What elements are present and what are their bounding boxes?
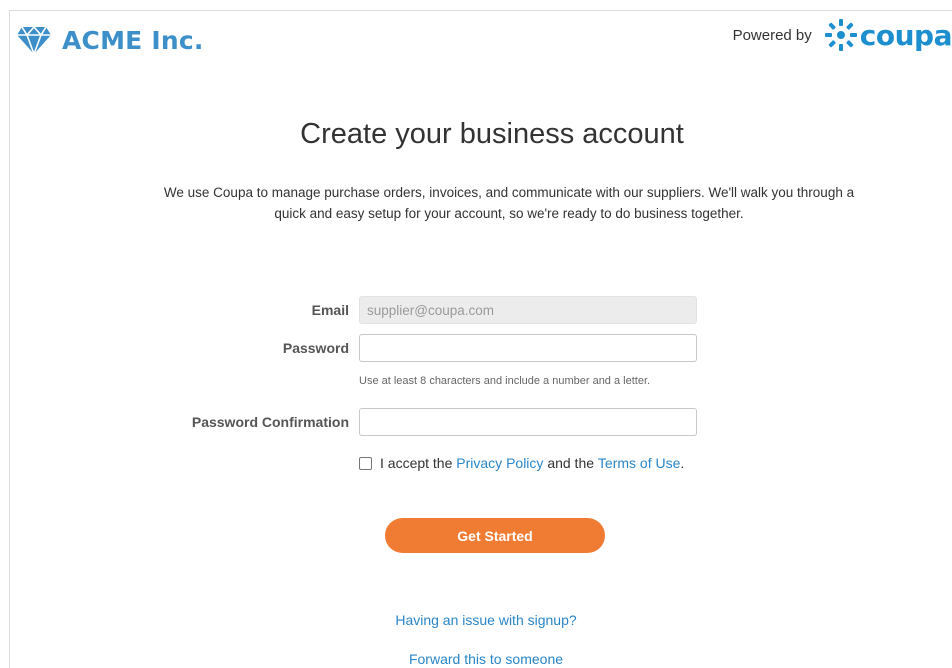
forward-link[interactable]: Forward this to someone bbox=[0, 651, 952, 667]
terms-of-use-link[interactable]: Terms of Use bbox=[598, 455, 680, 471]
accept-middle: and the bbox=[547, 455, 595, 471]
password-row: Password bbox=[0, 334, 952, 364]
page-title: Create your business account bbox=[300, 118, 684, 150]
password-confirmation-field[interactable] bbox=[359, 408, 697, 436]
intro-text: We use Coupa to manage purchase orders, … bbox=[163, 185, 855, 221]
email-field[interactable] bbox=[359, 296, 697, 324]
password-confirmation-row: Password Confirmation bbox=[0, 408, 952, 438]
password-label: Password bbox=[282, 340, 349, 356]
coupa-sunburst-icon bbox=[824, 19, 857, 51]
password-hint: Use at least 8 characters and include a … bbox=[359, 375, 651, 387]
get-started-button[interactable]: Get Started bbox=[385, 518, 605, 553]
password-confirmation-label: Password Confirmation bbox=[191, 414, 349, 430]
password-field[interactable] bbox=[359, 334, 697, 362]
coupa-logo-text: coupa bbox=[859, 18, 952, 52]
privacy-policy-link[interactable]: Privacy Policy bbox=[456, 455, 543, 471]
email-label: Email bbox=[311, 302, 349, 318]
email-row: Email bbox=[0, 296, 952, 326]
brand-name: ACME Inc. bbox=[62, 25, 204, 55]
accept-suffix: . bbox=[680, 455, 685, 471]
accept-prefix: I accept the bbox=[380, 455, 453, 471]
brand-header: ACME Inc. bbox=[16, 24, 204, 56]
signup-issue-link[interactable]: Having an issue with signup? bbox=[0, 612, 952, 628]
accept-checkbox[interactable] bbox=[359, 456, 372, 470]
diamond-icon bbox=[17, 25, 51, 55]
powered-by-label: Powered by bbox=[732, 26, 812, 44]
accept-terms: I accept the Privacy Policy and the Term… bbox=[359, 453, 684, 473]
powered-by: Powered by coupa bbox=[733, 18, 952, 52]
